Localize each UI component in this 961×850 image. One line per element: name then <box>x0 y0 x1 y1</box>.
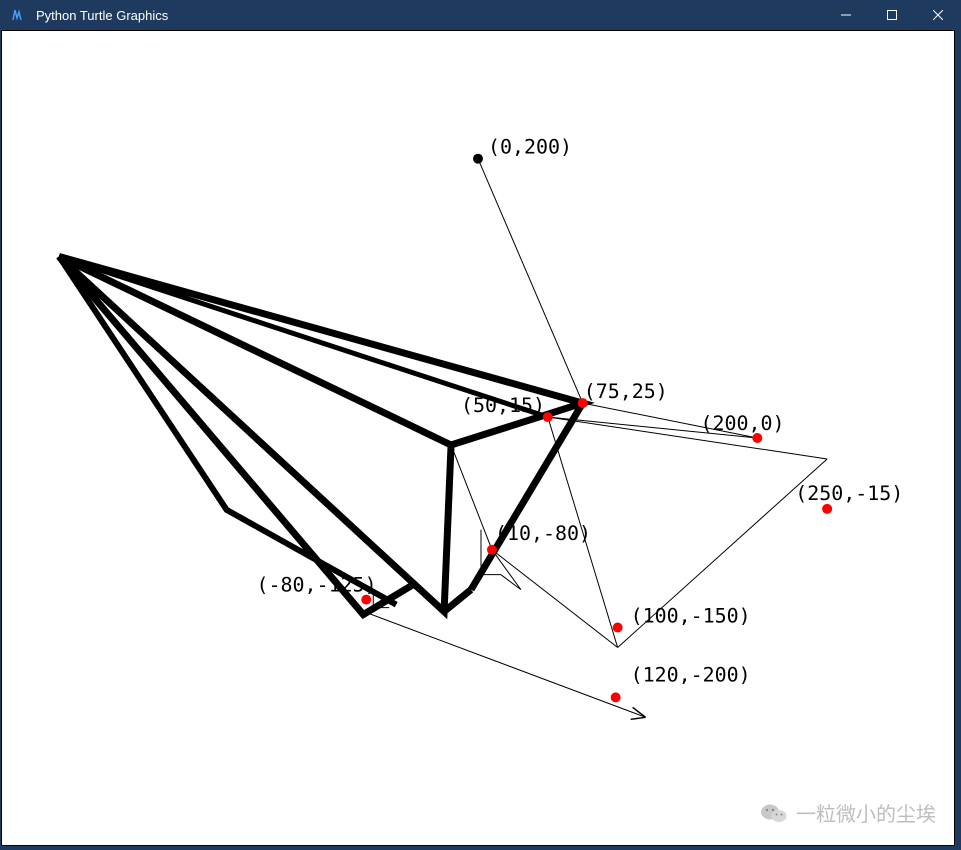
label-120-m200: (120,-200) <box>631 662 751 686</box>
close-button[interactable] <box>915 0 961 30</box>
wechat-icon <box>760 801 788 825</box>
titlebar: Python Turtle Graphics <box>0 0 961 30</box>
dot-100-m150 <box>613 623 623 633</box>
drawing-svg: (0,200) (75,25) (50,15) (200,0) (250,-15… <box>2 31 954 845</box>
minimize-button[interactable] <box>823 0 869 30</box>
window-title: Python Turtle Graphics <box>36 8 823 23</box>
window-right-border <box>955 30 961 846</box>
watermark-text: 一粒微小的尘埃 <box>796 798 936 827</box>
watermark: 一粒微小的尘埃 <box>760 798 936 827</box>
label-0-200: (0,200) <box>488 135 572 159</box>
dot-10-m80 <box>487 545 497 555</box>
maximize-button[interactable] <box>869 0 915 30</box>
turtle-canvas: (0,200) (75,25) (50,15) (200,0) (250,-15… <box>1 30 955 846</box>
dot-0-200 <box>473 154 483 164</box>
label-10-m80: (10,-80) <box>495 521 591 545</box>
app-icon <box>8 5 28 25</box>
label-m80-m125: (-80,-125) <box>257 573 377 597</box>
dot-250-m15 <box>822 504 832 514</box>
dot-120-m200 <box>611 692 621 702</box>
label-100-m150: (100,-150) <box>631 604 751 628</box>
label-50-15: (50,15) <box>461 393 545 417</box>
label-75-25: (75,25) <box>584 379 668 403</box>
label-200-0: (200,0) <box>700 411 784 435</box>
label-250-m15: (250,-15) <box>795 481 903 505</box>
window-controls <box>823 0 961 30</box>
paper-airplane <box>59 256 583 614</box>
